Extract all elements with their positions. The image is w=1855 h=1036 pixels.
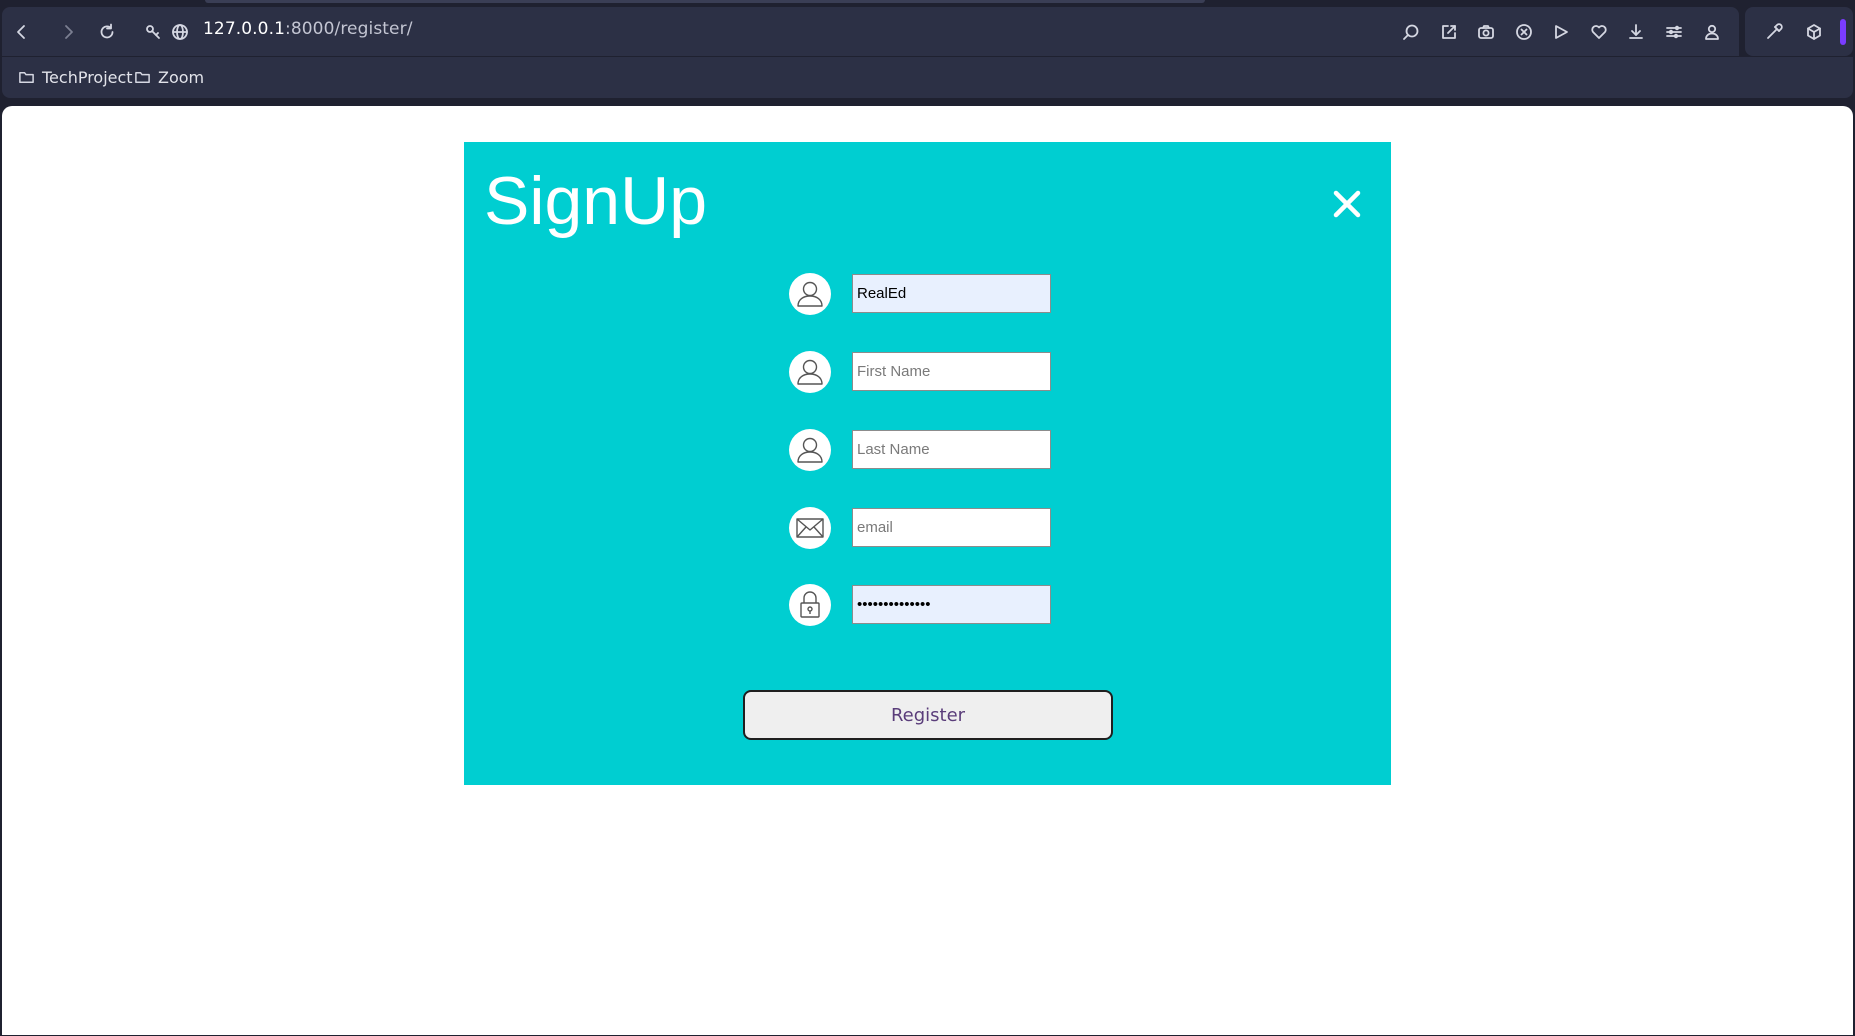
cube-icon[interactable] bbox=[1799, 17, 1829, 47]
last-name-row bbox=[789, 429, 1089, 471]
site-settings-icon[interactable] bbox=[138, 17, 168, 47]
first-name-row bbox=[789, 351, 1089, 393]
globe-icon bbox=[165, 17, 195, 47]
send-icon[interactable] bbox=[1546, 17, 1576, 47]
folder-icon bbox=[135, 72, 150, 83]
forward-icon[interactable] bbox=[53, 17, 83, 47]
tab-strip bbox=[205, 0, 1205, 3]
eyedropper-icon[interactable] bbox=[1759, 17, 1789, 47]
back-icon[interactable] bbox=[7, 17, 37, 47]
username-input[interactable] bbox=[852, 274, 1051, 313]
password-row bbox=[789, 584, 1089, 626]
block-icon[interactable] bbox=[1509, 17, 1539, 47]
user-icon bbox=[789, 351, 831, 393]
edit-share-icon[interactable] bbox=[1434, 17, 1464, 47]
url-path: :8000/register/ bbox=[285, 19, 413, 39]
address-bar-url[interactable]: 127.0.0.1:8000/register/ bbox=[203, 19, 413, 39]
register-button[interactable]: Register bbox=[743, 690, 1113, 740]
bookmark-zoom[interactable]: Zoom bbox=[134, 68, 204, 87]
browser-toolbar: 127.0.0.1:8000/register/ bbox=[0, 0, 1855, 56]
tab-settings-icon[interactable] bbox=[1659, 17, 1689, 47]
signup-panel: SignUp RealEd First Name Last Name email… bbox=[464, 142, 1391, 785]
first-name-input[interactable] bbox=[852, 352, 1051, 391]
folder-icon bbox=[19, 72, 34, 83]
username-row bbox=[789, 273, 1089, 315]
zoom-search-icon[interactable] bbox=[1396, 17, 1426, 47]
bookmark-label: TechProject bbox=[42, 68, 133, 87]
bookmark-label: Zoom bbox=[158, 68, 205, 87]
bookmark-techproject[interactable]: TechProject bbox=[18, 68, 133, 87]
lock-icon bbox=[789, 584, 831, 626]
heart-icon[interactable] bbox=[1584, 17, 1614, 47]
page-title: SignUp bbox=[484, 163, 708, 239]
user-icon bbox=[789, 273, 831, 315]
last-name-input[interactable] bbox=[852, 430, 1051, 469]
profile-icon[interactable] bbox=[1697, 17, 1727, 47]
close-icon[interactable] bbox=[1330, 187, 1364, 221]
url-host: 127.0.0.1 bbox=[203, 19, 286, 39]
reload-icon[interactable] bbox=[92, 17, 122, 47]
password-input[interactable] bbox=[852, 585, 1051, 624]
envelope-icon bbox=[789, 507, 831, 549]
user-icon bbox=[789, 429, 831, 471]
email-input[interactable] bbox=[852, 508, 1051, 547]
camera-icon[interactable] bbox=[1471, 17, 1501, 47]
email-row bbox=[789, 507, 1089, 549]
download-icon[interactable] bbox=[1621, 17, 1651, 47]
page-viewport: SignUp RealEd First Name Last Name email… bbox=[2, 106, 1853, 1035]
accent-indicator bbox=[1840, 19, 1846, 45]
bookmarks-bar: TechProject Zoom bbox=[2, 57, 1853, 98]
